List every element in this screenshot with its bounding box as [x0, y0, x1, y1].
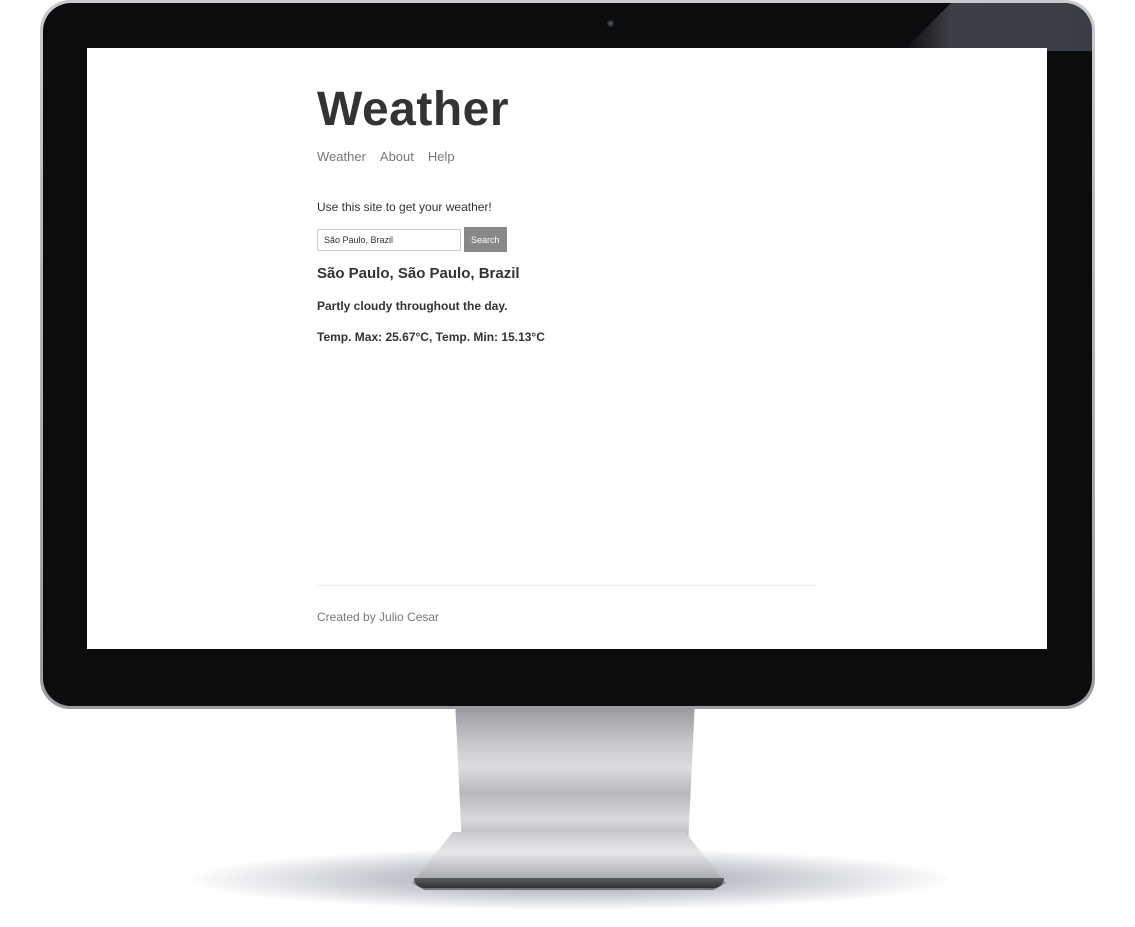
search-form: Search: [317, 227, 507, 252]
nav-link-about[interactable]: About: [380, 149, 414, 164]
nav-link-help[interactable]: Help: [428, 149, 455, 164]
location-search-input[interactable]: [317, 228, 461, 251]
camera-icon: [607, 20, 614, 27]
result-location: São Paulo, São Paulo, Brazil: [317, 265, 520, 282]
monitor-stand-base-edge: [414, 878, 724, 888]
browser-screen: Weather Weather About Help Use this site…: [87, 48, 1047, 649]
nav-link-weather[interactable]: Weather: [317, 149, 366, 164]
search-button[interactable]: Search: [464, 227, 507, 252]
site-title: Weather: [317, 83, 510, 136]
footer-credit: Created by Julio Cesar: [317, 610, 440, 624]
footer-divider: [317, 585, 817, 586]
monitor-stand: [455, 700, 695, 850]
monitor-mockup: Weather Weather About Help Use this site…: [0, 0, 1135, 927]
intro-text: Use this site to get your weather!: [317, 200, 492, 214]
result-temperatures: Temp. Max: 25.67°C, Temp. Min: 15.13°C: [317, 330, 545, 344]
result-forecast: Partly cloudy throughout the day.: [317, 299, 508, 313]
main-nav: Weather About Help: [317, 149, 455, 164]
bezel-glare: [903, 3, 1092, 51]
